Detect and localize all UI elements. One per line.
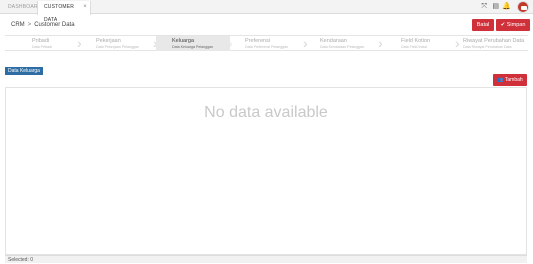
wizard-steps: Pribadi Data Pribadi › Pekerjaan Data Pe… bbox=[5, 35, 528, 51]
section-label: Data Keluarga bbox=[5, 67, 43, 75]
step-pribadi[interactable]: Pribadi Data Pribadi bbox=[5, 36, 79, 51]
tab-customer-data-label: CUSTOMER DATA bbox=[44, 4, 75, 23]
step-subtitle: Data Preferensi Pelanggan bbox=[245, 45, 289, 49]
grid-footer: Selected: 0 bbox=[5, 255, 527, 263]
bell-icon[interactable]: 🔔 bbox=[502, 2, 511, 12]
cancel-button-label: Batal bbox=[476, 22, 490, 28]
step-title: Pekerjaan bbox=[96, 38, 121, 44]
step-title: Keluarga bbox=[172, 38, 195, 44]
step-title: Field Kotion bbox=[401, 38, 431, 44]
empty-state-text: No data available bbox=[204, 104, 328, 121]
selected-count: Selected: 0 bbox=[8, 257, 34, 263]
step-title: Pribadi bbox=[32, 38, 50, 44]
step-subtitle: Data Riwayat Perubahan Data bbox=[463, 45, 512, 49]
step-pekerjaan[interactable]: Pekerjaan Data Pekerjaan Pelanggan bbox=[83, 36, 155, 51]
breadcrumb: CRM > Customer Data bbox=[11, 22, 75, 28]
step-title: Kendaraan bbox=[320, 38, 347, 44]
breadcrumb-current: Customer Data bbox=[34, 22, 75, 28]
chevron-right-icon: › bbox=[77, 35, 82, 51]
step-subtitle: Data Pekerjaan Pelanggan bbox=[96, 45, 139, 49]
step-title: Riwayat Perubahan Data bbox=[463, 38, 525, 44]
add-button[interactable]: 👥 Tambah bbox=[493, 74, 527, 86]
breadcrumb-root[interactable]: CRM bbox=[11, 22, 25, 28]
save-button[interactable]: ✔ Simpan bbox=[496, 19, 530, 31]
save-button-label: Simpan bbox=[506, 22, 526, 28]
tab-bar: DASHBOARD CUSTOMER DATA × ⤧ ▤ 🔔 bbox=[0, 0, 533, 23]
chevron-right-icon: › bbox=[228, 35, 233, 51]
tab-customer-data[interactable]: CUSTOMER DATA × bbox=[37, 1, 91, 23]
breadcrumb-separator: > bbox=[27, 22, 32, 28]
cancel-button[interactable]: Batal bbox=[472, 19, 494, 31]
grid-icon[interactable]: ▤ bbox=[492, 2, 499, 12]
step-keluarga[interactable]: Keluarga Data Keluarga Pelanggan bbox=[156, 36, 230, 51]
step-subtitle: Data Field Induk bbox=[401, 45, 428, 49]
step-kendaraan[interactable]: Kendaraan Data Kendaraan Pelanggan bbox=[307, 36, 379, 51]
step-subtitle: Data Keluarga Pelanggan bbox=[172, 45, 214, 49]
step-subtitle: Data Pribadi bbox=[32, 45, 52, 49]
step-subtitle: Data Kendaraan Pelanggan bbox=[320, 45, 365, 49]
step-title: Preferensi bbox=[245, 38, 271, 44]
check-icon: ✔ bbox=[500, 22, 506, 28]
close-icon[interactable]: × bbox=[83, 1, 87, 14]
section-label-text: Data Keluarga bbox=[8, 68, 40, 74]
tab-dashboard[interactable]: DASHBOARD bbox=[2, 1, 41, 14]
users-icon: 👥 bbox=[497, 77, 504, 83]
avatar[interactable] bbox=[517, 1, 529, 13]
data-grid[interactable]: No data available bbox=[5, 87, 527, 255]
step-riwayat[interactable]: Riwayat Perubahan Data Data Riwayat Peru… bbox=[459, 36, 528, 51]
step-field-kotion[interactable]: Field Kotion Data Field Induk bbox=[382, 36, 454, 51]
expand-icon[interactable]: ⤧ bbox=[481, 2, 487, 12]
step-preferensi[interactable]: Preferensi Data Preferensi Pelanggan bbox=[233, 36, 305, 51]
add-button-label: Tambah bbox=[504, 77, 523, 83]
